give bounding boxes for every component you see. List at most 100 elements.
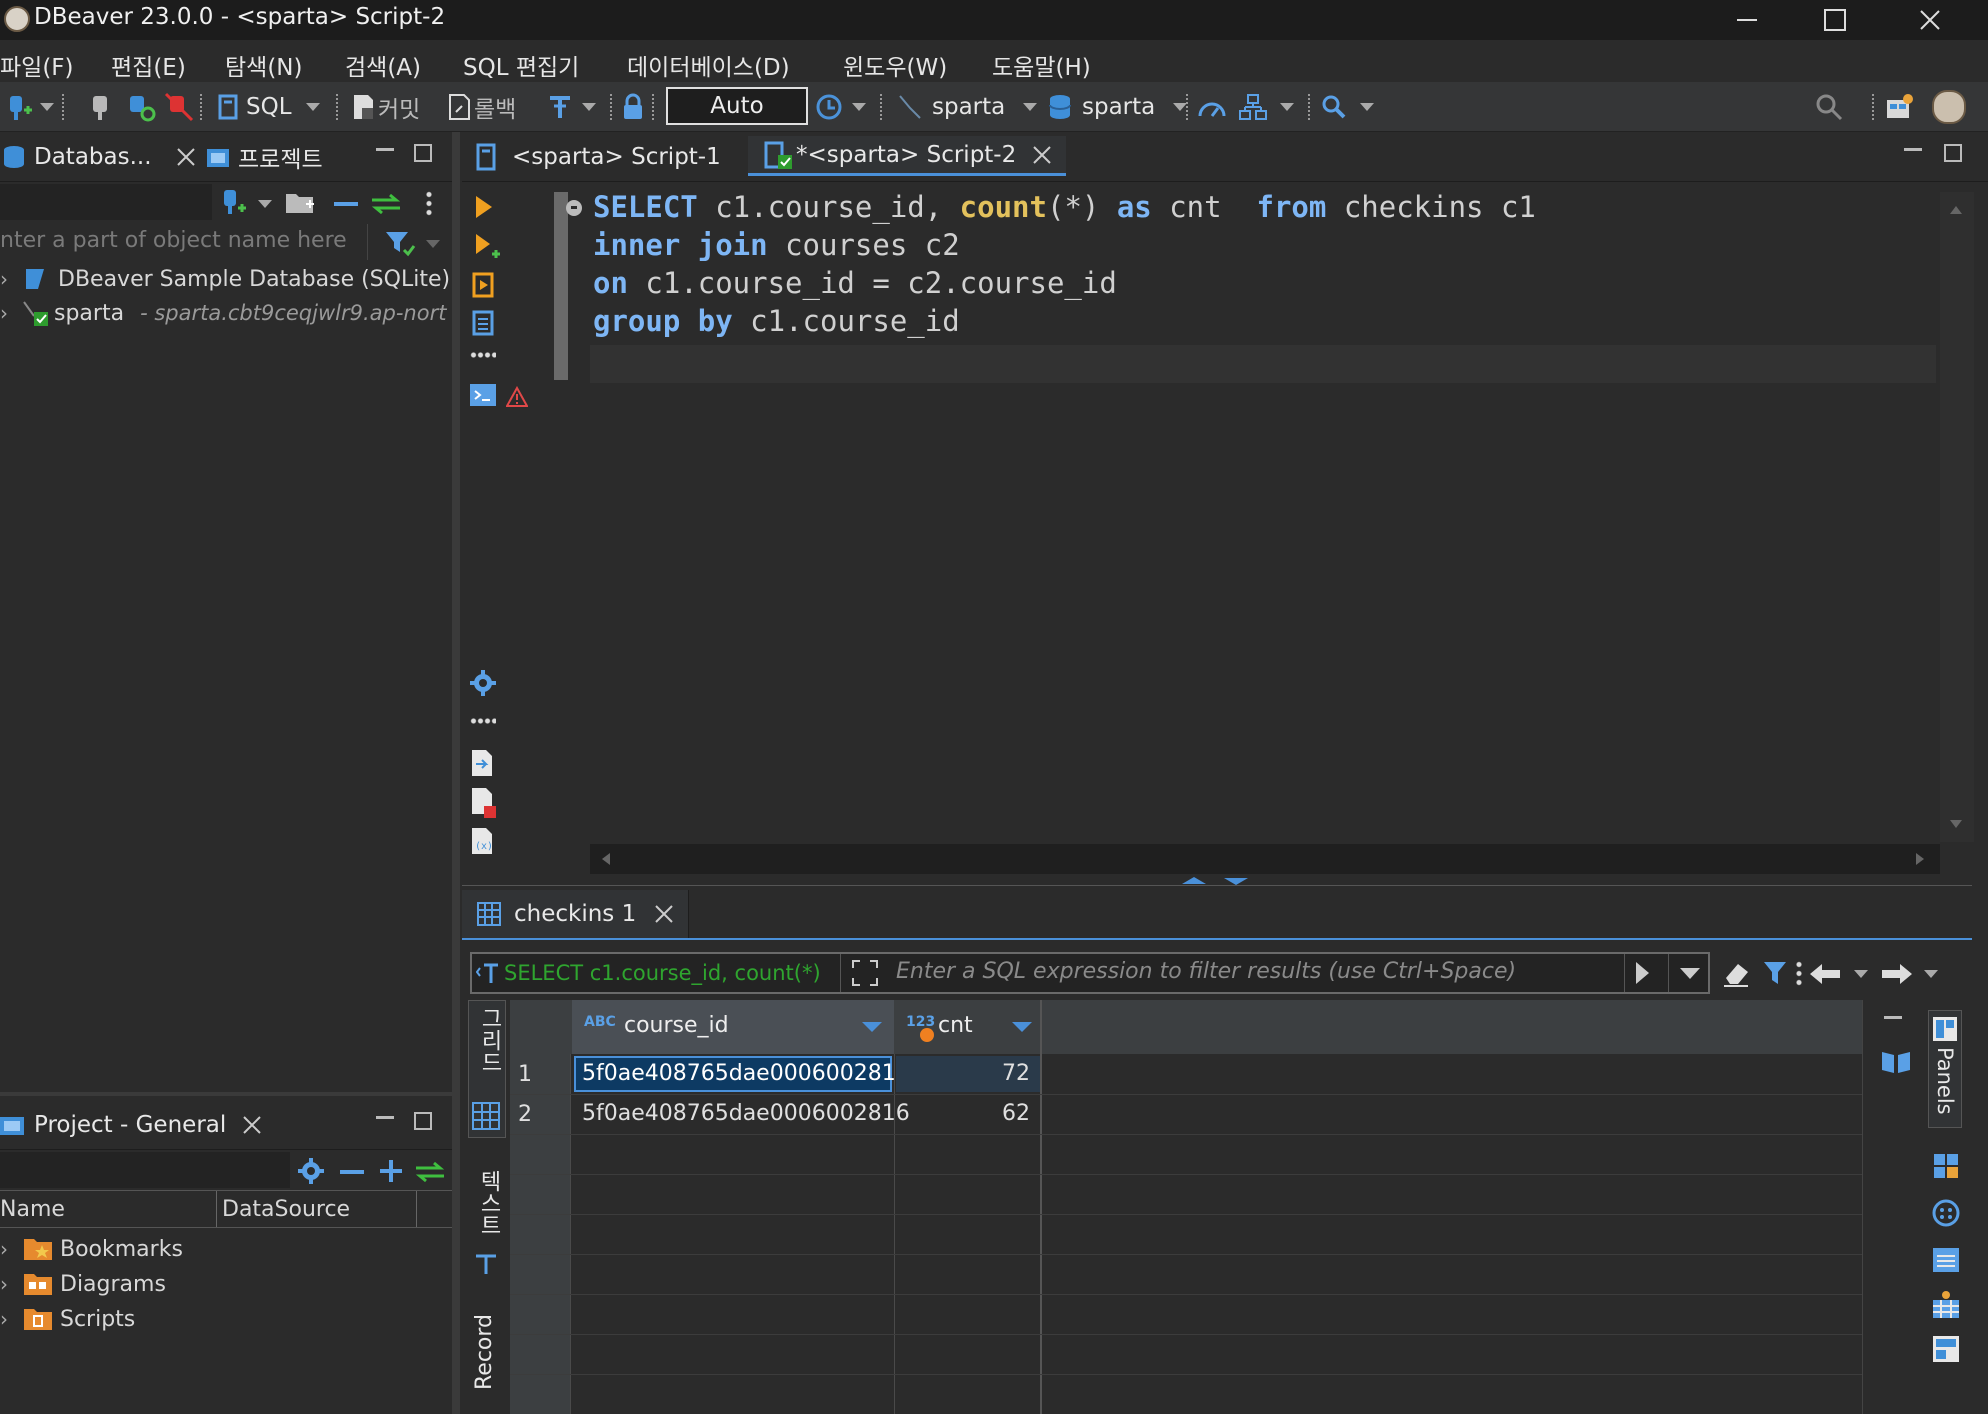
value-panel-icon[interactable] — [1932, 1152, 1960, 1180]
metadata-panel-icon[interactable] — [1931, 1198, 1961, 1228]
clear-filter-icon[interactable] — [1722, 958, 1752, 988]
connect-button[interactable] — [88, 90, 112, 124]
collapse-all-icon[interactable] — [340, 1170, 364, 1174]
minimize-button[interactable] — [1702, 0, 1792, 40]
tab-projects[interactable]: 프로젝트 — [204, 140, 323, 174]
expand-editor-icon[interactable] — [850, 958, 880, 988]
script-error-icon[interactable] — [468, 786, 498, 818]
perspective-button[interactable] — [1884, 90, 1914, 124]
menu-help[interactable]: 도움말(H) — [992, 48, 1091, 82]
more-actions-icon[interactable] — [470, 718, 496, 724]
active-datasource-selector[interactable]: sparta — [896, 90, 1038, 124]
cell-cnt[interactable]: 72 — [896, 1056, 1040, 1092]
table-row[interactable]: 2 5f0ae408765dae0006002816 62 — [510, 1096, 1040, 1134]
tab-record-view[interactable]: Record — [468, 1314, 506, 1414]
minimize-icon[interactable] — [376, 148, 394, 151]
editor-vertical-scrollbar[interactable] — [1940, 192, 1974, 842]
menu-edit[interactable]: 편집(E) — [111, 48, 186, 82]
more-actions-icon[interactable] — [470, 352, 496, 358]
column-header-datasource[interactable]: DataSource — [222, 1197, 350, 1222]
close-icon[interactable] — [242, 1115, 262, 1135]
minimize-icon[interactable] — [1884, 1016, 1902, 1019]
cell-course-id-selected[interactable]: 5f0ae408765dae0006002817 — [574, 1056, 910, 1092]
tree-item-sample-database[interactable]: › DBeaver Sample Database (SQLite) — [0, 262, 450, 296]
transaction-log-button[interactable] — [814, 90, 866, 124]
column-header-name[interactable]: Name — [0, 1197, 65, 1222]
menu-window[interactable]: 윈도우(W) — [843, 48, 947, 82]
link-editor-icon[interactable] — [370, 192, 402, 216]
navigator-filter-input[interactable]: nter a part of object name here — [0, 224, 368, 260]
tree-item-scripts[interactable]: › Scripts — [0, 1302, 135, 1336]
book-icon[interactable] — [1880, 1048, 1912, 1076]
new-folder-icon[interactable] — [284, 188, 316, 218]
editor-results-splitter[interactable] — [462, 876, 1972, 886]
expand-chevron-icon[interactable]: › — [0, 301, 16, 325]
left-panel-splitter[interactable] — [0, 1092, 452, 1096]
rollback-button[interactable]: 롤백 — [446, 90, 516, 124]
cell-course-id[interactable]: 5f0ae408765dae0006002816 — [574, 1096, 910, 1132]
column-header-course-id[interactable]: ABC course_id — [572, 1000, 894, 1054]
close-icon[interactable] — [1032, 145, 1052, 165]
lock-button[interactable] — [620, 90, 646, 124]
view-menu-icon[interactable] — [426, 190, 432, 218]
new-connection-icon[interactable] — [218, 188, 248, 218]
explain-plan-icon[interactable] — [470, 308, 500, 338]
tab-database-navigator[interactable]: Databas... — [0, 140, 196, 174]
filter-icon[interactable] — [384, 228, 416, 258]
global-search-button[interactable] — [1814, 90, 1844, 124]
menu-file[interactable]: 파일(F) — [0, 48, 74, 82]
expand-all-icon[interactable] — [378, 1158, 404, 1184]
commit-button[interactable]: 커밋 — [350, 90, 420, 124]
sql-line-1[interactable]: SELECT c1.course_id, count(*) as cnt fro… — [593, 190, 1536, 224]
close-icon[interactable] — [176, 147, 196, 167]
dbeaver-perspective-button[interactable] — [1932, 90, 1966, 124]
export-script-icon[interactable] — [468, 748, 496, 778]
tab-script-1[interactable]: <sparta> Script-1 — [472, 138, 721, 176]
close-window-button[interactable] — [1885, 0, 1975, 40]
column-header-cnt[interactable]: 123 cnt — [896, 1000, 1040, 1054]
sql-line-4[interactable]: group by c1.course_id — [593, 304, 960, 338]
filter-history-dropdown[interactable] — [1680, 968, 1700, 979]
tab-grid-view[interactable]: 그리드 — [468, 1000, 506, 1138]
tab-project-general[interactable]: Project - General — [0, 1108, 262, 1142]
new-connection-button[interactable] — [4, 90, 54, 124]
expand-chevron-icon[interactable]: › — [0, 267, 16, 291]
sort-dropdown-icon[interactable] — [862, 1022, 882, 1032]
execute-script-icon[interactable] — [470, 270, 500, 300]
erd-button[interactable] — [1238, 90, 1294, 124]
calendar-panel-icon[interactable] — [1931, 1246, 1961, 1274]
layout-panel-icon[interactable] — [1931, 1334, 1961, 1364]
more-options-icon[interactable] — [1796, 960, 1802, 988]
expand-chevron-icon[interactable]: › — [0, 1307, 16, 1331]
grouping-panel-icon[interactable] — [1931, 1290, 1961, 1320]
results-filter-input[interactable]: Enter a SQL expression to filter results… — [896, 959, 1516, 984]
console-icon[interactable] — [468, 382, 498, 410]
apply-filter-button[interactable] — [1636, 962, 1649, 984]
cell-cnt[interactable]: 62 — [896, 1096, 1040, 1132]
sql-editor-button[interactable]: SQL — [214, 90, 320, 124]
menu-database[interactable]: 데이터베이스(D) — [627, 48, 790, 82]
execute-statement-icon[interactable] — [472, 194, 496, 220]
maximize-icon[interactable] — [1944, 144, 1962, 162]
arrow-left-icon[interactable] — [1808, 962, 1842, 986]
reconnect-button[interactable] — [126, 90, 156, 124]
maximize-icon[interactable] — [414, 144, 432, 162]
active-schema-selector[interactable]: sparta — [1046, 90, 1188, 124]
disconnect-button[interactable] — [164, 90, 194, 124]
maximize-button[interactable] — [1790, 0, 1880, 40]
panels-tab[interactable]: Panels — [1928, 1010, 1962, 1128]
minimize-icon[interactable] — [1904, 148, 1922, 151]
query-chip[interactable]: SELECT c1.course_id, count(*) — [476, 958, 821, 988]
sql-line-3[interactable]: on c1.course_id = c2.course_id — [593, 266, 1117, 300]
arrow-right-icon[interactable] — [1880, 962, 1914, 986]
execute-new-tab-icon[interactable] — [472, 232, 502, 262]
collapse-all-icon[interactable] — [334, 202, 358, 206]
menu-sql-editor[interactable]: SQL 편집기 — [463, 48, 579, 82]
close-icon[interactable] — [654, 904, 674, 924]
tab-script-2[interactable]: *<sparta> Script-2 — [748, 136, 1067, 176]
transaction-mode-button[interactable] — [546, 90, 596, 124]
maximize-icon[interactable] — [414, 1112, 432, 1130]
gear-icon[interactable] — [296, 1156, 326, 1186]
gear-icon[interactable] — [468, 668, 498, 698]
tab-results-checkins[interactable]: checkins 1 — [462, 890, 690, 938]
